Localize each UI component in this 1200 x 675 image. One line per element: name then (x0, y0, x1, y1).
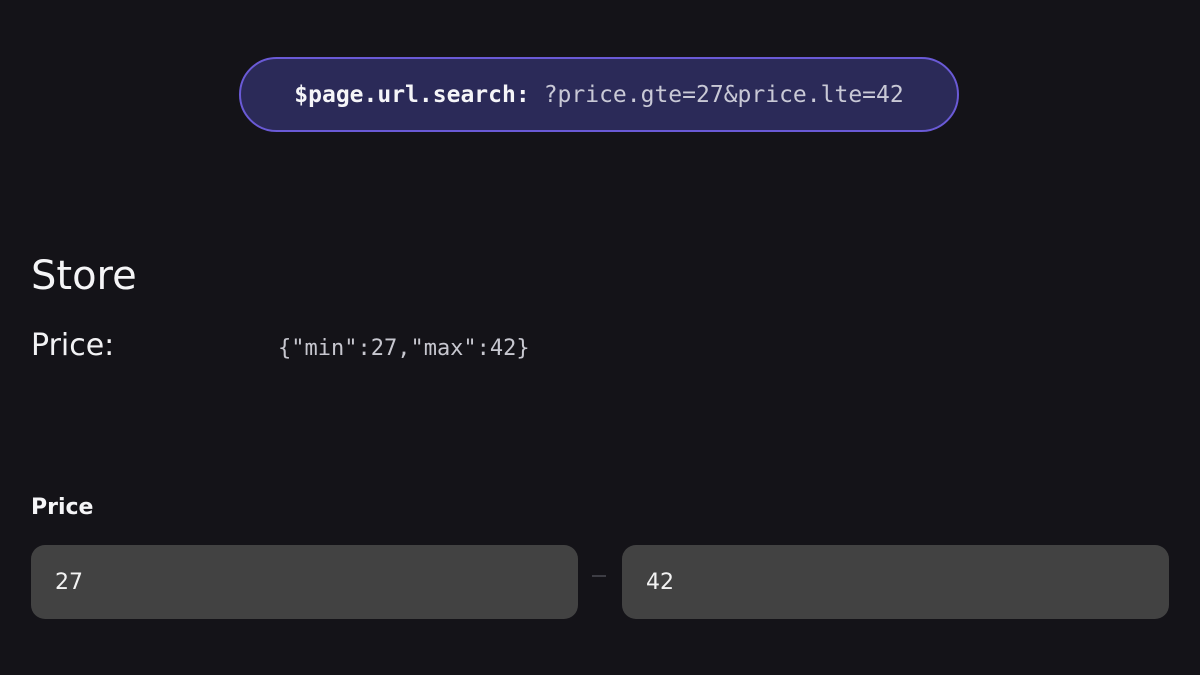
url-search-display: $page.url.search: ?price.gte=27&price.lt… (239, 57, 959, 132)
price-value: {"min":27,"max":42} (278, 336, 530, 361)
range-separator (592, 575, 606, 577)
page-title: Store (31, 253, 137, 299)
url-search-key: $page.url.search: (294, 81, 530, 108)
price-max-input[interactable] (622, 545, 1169, 619)
price-min-input[interactable] (31, 545, 578, 619)
price-filter-label: Price (31, 495, 94, 520)
price-label: Price: (31, 328, 115, 363)
url-search-value: ?price.gte=27&price.lte=42 (543, 81, 904, 108)
